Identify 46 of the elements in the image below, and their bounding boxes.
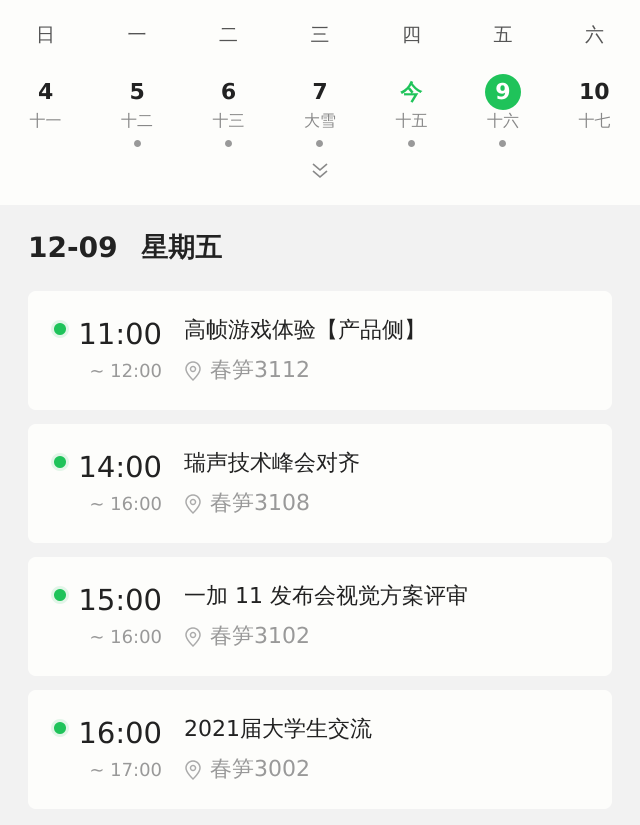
lunar-date: 大雪	[304, 111, 336, 131]
weekday-label: 一	[128, 23, 147, 48]
event-card[interactable]: 11:00 ~ 12:00 高帧游戏体验【产品侧】 春笋3112	[28, 291, 612, 410]
event-end-time: ~ 12:00	[89, 360, 162, 384]
event-location: 春笋3102	[210, 623, 310, 651]
lunar-date: 十三	[212, 111, 245, 131]
location-pin-icon	[184, 361, 202, 381]
event-end-time: ~ 17:00	[89, 759, 162, 783]
lunar-date: 十六	[486, 111, 519, 131]
lunar-date: 十一	[30, 111, 62, 131]
event-start-time: 14:00	[78, 449, 162, 486]
event-card[interactable]: 15:00 ~ 16:00 一加 11 发布会视觉方案评审 春笋3102	[28, 557, 612, 676]
event-card[interactable]: 14:00 ~ 16:00 瑞声技术峰会对齐 春笋3108	[28, 424, 612, 543]
event-title: 高帧游戏体验【产品侧】	[184, 317, 426, 345]
event-title: 一加 11 发布会视觉方案评审	[184, 583, 468, 611]
location-pin-icon	[184, 494, 202, 514]
weekday-label: 四	[402, 23, 421, 48]
location-pin-icon	[184, 760, 202, 780]
lunar-date: 十二	[121, 111, 154, 131]
lunar-date: 十七	[578, 111, 610, 131]
weekday-label: 三	[310, 23, 330, 48]
agenda-weekday: 星期五	[142, 230, 223, 265]
event-title: 2021届大学生交流	[184, 716, 372, 744]
event-title: 瑞声技术峰会对齐	[184, 450, 360, 478]
event-end-time: ~ 16:00	[89, 493, 162, 517]
event-location: 春笋3108	[210, 490, 310, 518]
weekday-label: 日	[36, 23, 56, 48]
event-location: 春笋3112	[210, 357, 310, 385]
event-card[interactable]: 16:00 ~ 17:00 2021届大学生交流 春笋3002	[28, 690, 612, 809]
weekday-label: 六	[584, 23, 604, 48]
event-end-time: ~ 16:00	[89, 626, 162, 650]
event-start-time: 15:00	[78, 582, 162, 619]
day-number[interactable]: 7	[302, 74, 338, 110]
day-number[interactable]: 5	[119, 74, 156, 110]
day-number[interactable]: 10	[576, 74, 612, 110]
agenda-date: 12-09	[28, 230, 118, 266]
location-pin-icon	[184, 627, 202, 647]
weekday-label: 五	[493, 23, 512, 48]
day-number[interactable]: 6	[210, 74, 247, 110]
event-start-time: 11:00	[78, 316, 162, 353]
expand-chevron-icon[interactable]	[310, 161, 330, 181]
lunar-date: 十五	[395, 111, 428, 131]
event-location: 春笋3002	[210, 756, 310, 784]
event-start-time: 16:00	[78, 715, 162, 752]
day-number[interactable]: 4	[28, 74, 64, 110]
weekday-label: 二	[219, 23, 238, 48]
